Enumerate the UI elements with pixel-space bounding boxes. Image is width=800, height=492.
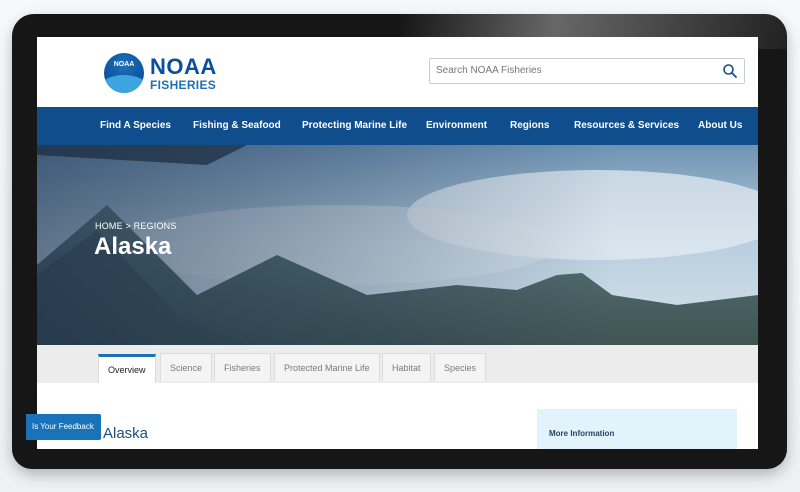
browser-screen: NOAA NOAA FISHERIES Find A Species Fishi… xyxy=(37,37,758,449)
hero-banner: HOME > REGIONS Alaska xyxy=(37,145,758,345)
section-heading: Alaska xyxy=(103,425,149,442)
monitor-bezel-bottom xyxy=(12,449,787,469)
info-panel-title: More Information xyxy=(549,429,615,438)
noaa-logo[interactable]: NOAA NOAA FISHERIES xyxy=(104,53,217,93)
main-nav: Find A Species Fishing & Seafood Protect… xyxy=(37,107,758,145)
nav-resources-services[interactable]: Resources & Services xyxy=(574,107,679,145)
search-input[interactable] xyxy=(430,59,712,81)
main-content: Alaska More Information xyxy=(37,383,758,449)
site-header: NOAA NOAA FISHERIES xyxy=(37,37,758,107)
section-tabs: Overview Science Fisheries Protected Mar… xyxy=(37,345,758,384)
tab-overview[interactable]: Overview xyxy=(98,354,156,384)
feedback-button[interactable]: Is Your Feedback xyxy=(26,414,101,440)
tab-science[interactable]: Science xyxy=(160,353,213,381)
nav-fishing-seafood[interactable]: Fishing & Seafood xyxy=(193,107,281,145)
nav-environment[interactable]: Environment xyxy=(426,107,487,145)
search-icon[interactable] xyxy=(722,63,738,79)
tab-fisheries[interactable]: Fisheries xyxy=(214,353,271,381)
breadcrumb[interactable]: HOME > REGIONS xyxy=(95,221,177,231)
tab-species[interactable]: Species xyxy=(434,353,487,381)
tab-protected-marine-life[interactable]: Protected Marine Life xyxy=(274,353,380,381)
logo-seal-text: NOAA xyxy=(113,61,135,68)
noaa-seal-icon: NOAA xyxy=(104,53,144,93)
nav-protecting-marine-life[interactable]: Protecting Marine Life xyxy=(302,107,407,145)
logo-wordmark: NOAA FISHERIES xyxy=(150,53,217,92)
page-title: Alaska xyxy=(94,233,172,260)
more-information-panel: More Information xyxy=(537,409,737,449)
nav-find-a-species[interactable]: Find A Species xyxy=(100,107,171,145)
tab-habitat[interactable]: Habitat xyxy=(382,353,431,381)
nav-regions[interactable]: Regions xyxy=(510,107,549,145)
nav-about-us[interactable]: About Us xyxy=(698,107,742,145)
logo-name: NOAA xyxy=(150,53,217,79)
logo-subtitle: FISHERIES xyxy=(150,77,217,92)
search-box xyxy=(429,58,745,84)
